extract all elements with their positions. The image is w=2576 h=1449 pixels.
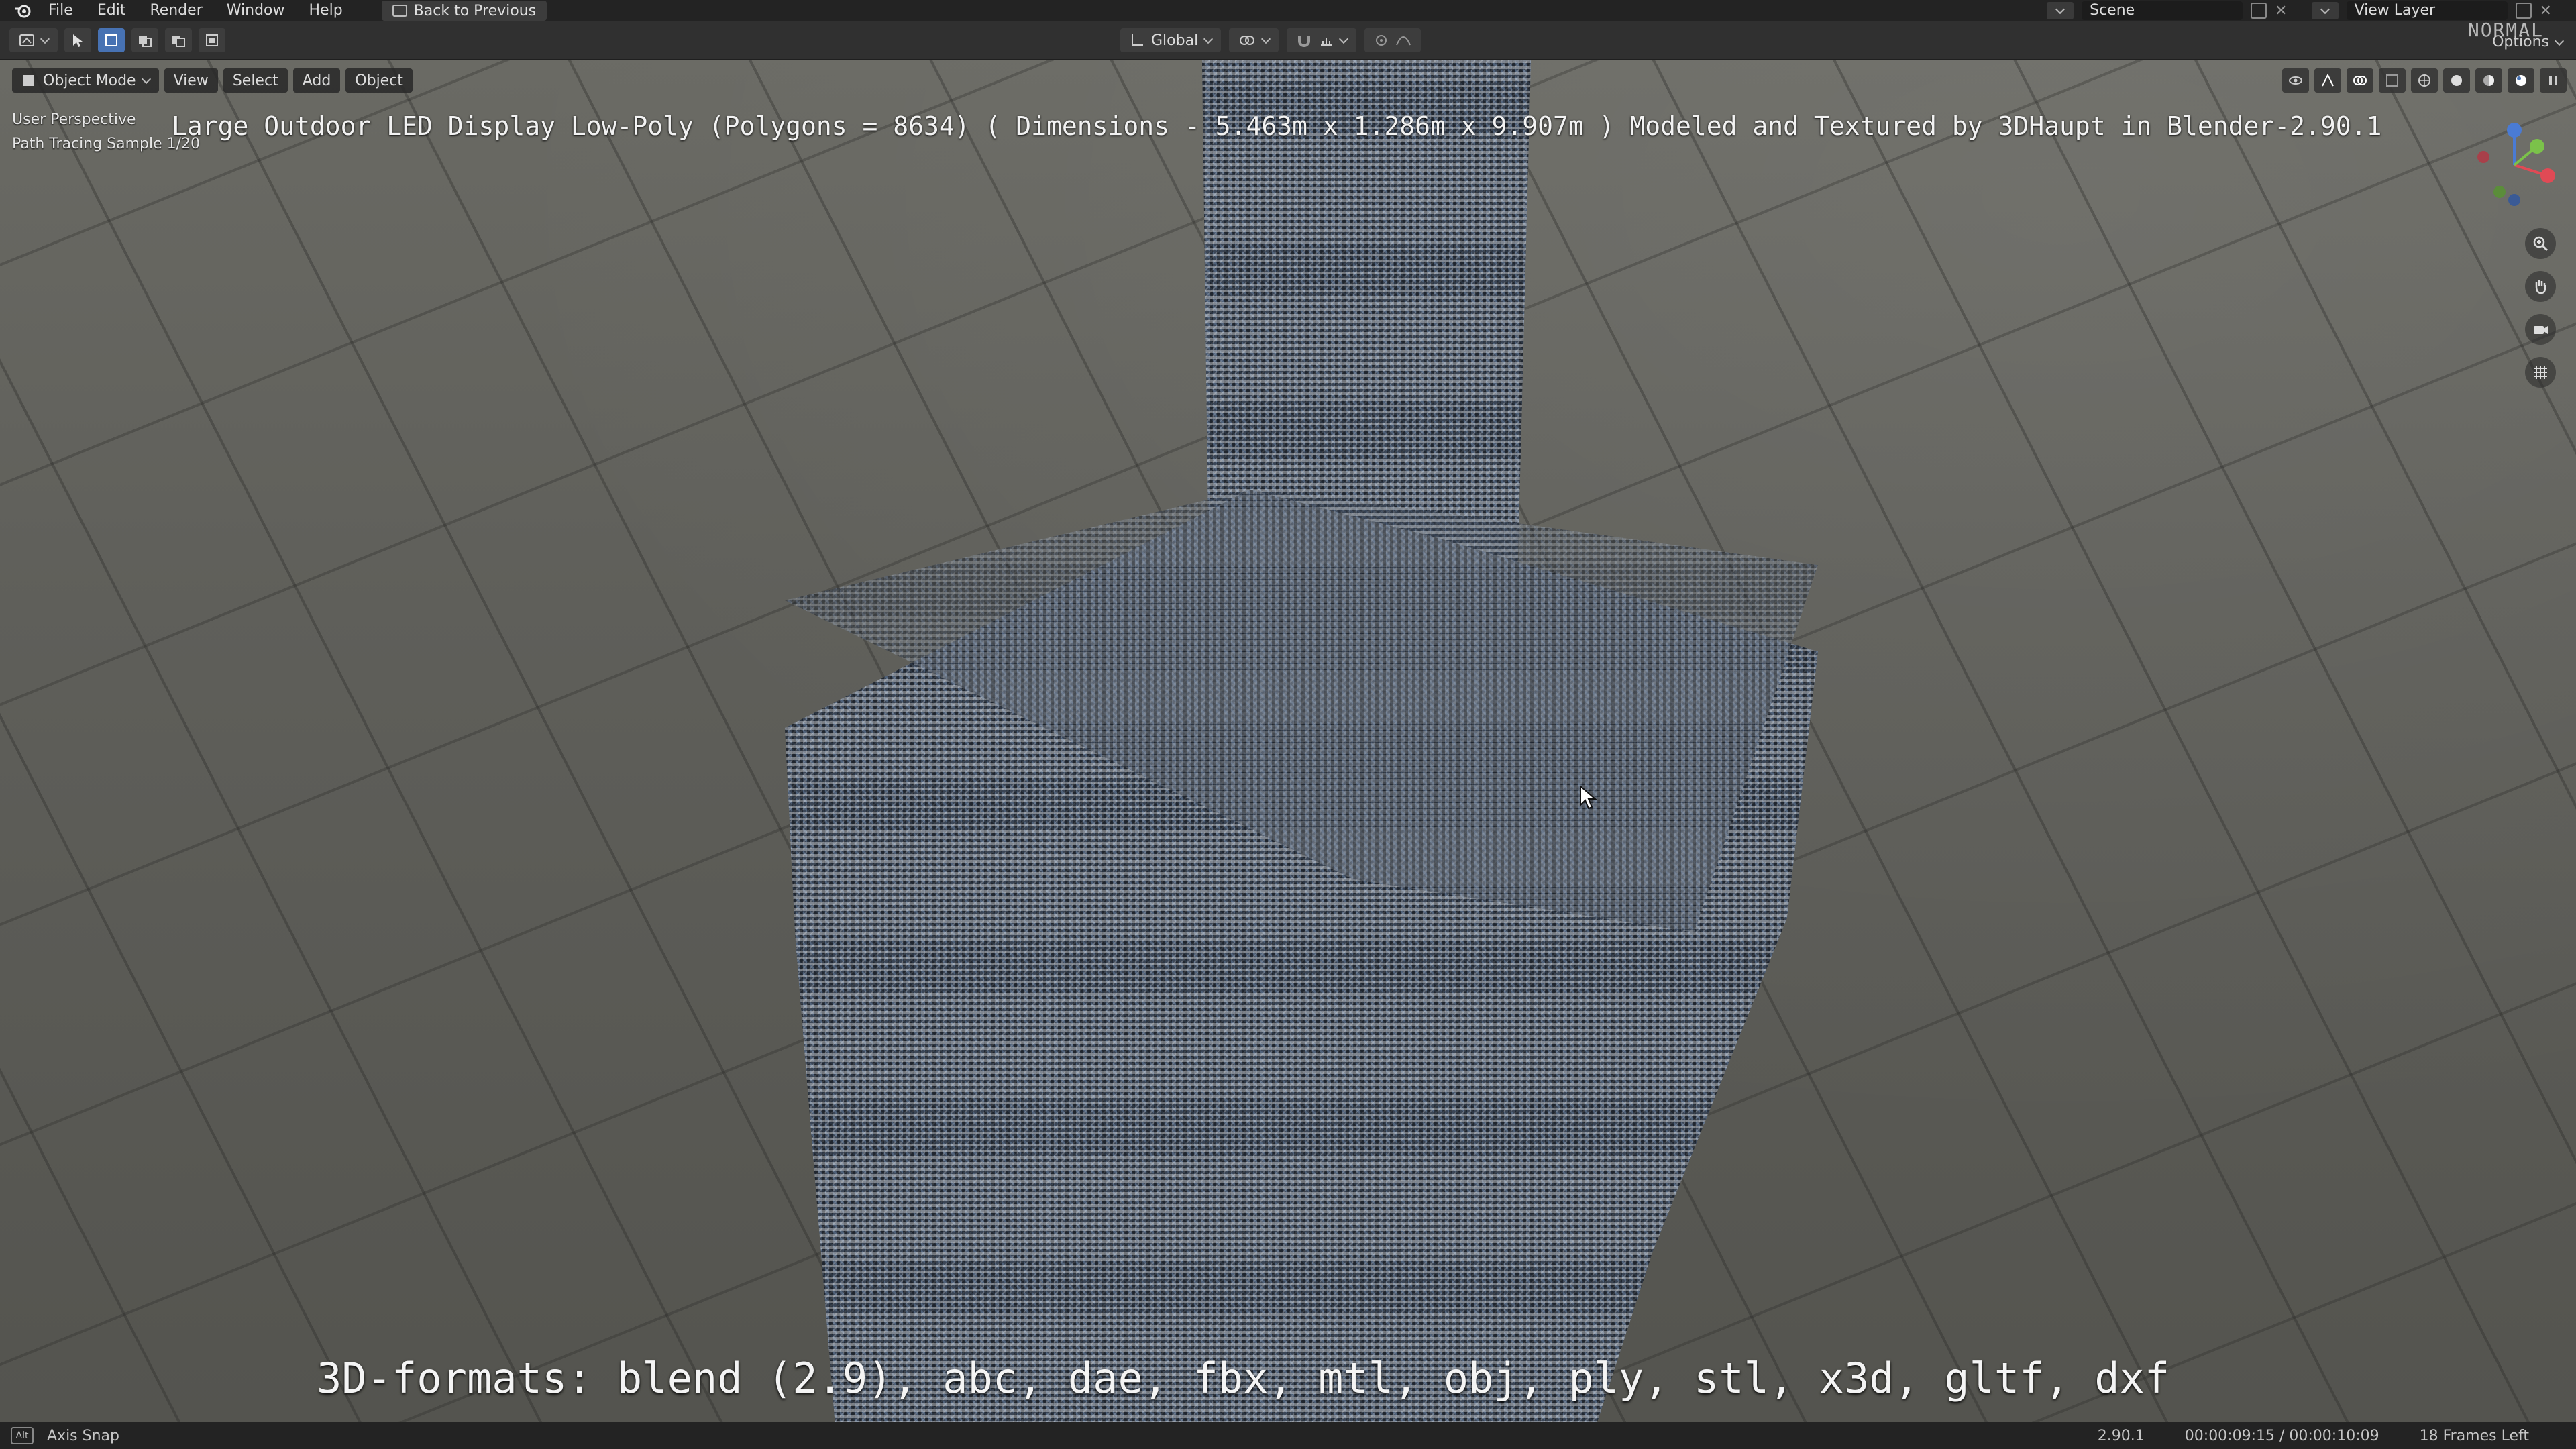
status-right: 2.90.1 00:00:09:15 / 00:00:10:09 18 Fram…	[2098, 1428, 2529, 1444]
proportional-edit-icon	[1376, 35, 1387, 46]
select-tool-icon[interactable]	[64, 28, 91, 52]
snap-increment-icon	[1321, 38, 1332, 46]
orientation-icon	[1132, 34, 1143, 46]
object-mode-icon	[23, 75, 34, 86]
overlay-formats-text: 3D-formats: blend (2.9), abc, dae, fbx, …	[317, 1354, 2170, 1403]
select-extend-icon[interactable]	[131, 28, 158, 52]
scene-selector: Scene ✕	[2047, 1, 2288, 20]
options-label: Options	[2492, 34, 2549, 50]
menu-edit[interactable]: Edit	[85, 0, 138, 21]
3d-viewport[interactable]: Object Mode View Select Add Object User …	[0, 60, 2576, 1422]
chevron-down-icon	[40, 34, 50, 44]
object-menu[interactable]: Object	[345, 68, 413, 93]
transform-tools: Global	[1120, 28, 1421, 52]
cursor-icon	[1580, 785, 1597, 810]
tool-left-group	[9, 28, 225, 52]
frames-left: 18 Frames Left	[2419, 1427, 2529, 1444]
select-invert-icon[interactable]	[199, 28, 225, 52]
pivot-icon	[1240, 36, 1255, 45]
zoom-icon[interactable]	[2525, 228, 2556, 259]
menu-render[interactable]: Render	[138, 0, 214, 21]
snap-dropdown[interactable]	[1287, 28, 1357, 52]
transform-orientation-label: Global	[1151, 32, 1199, 49]
close-view-layer-icon[interactable]: ✕	[2540, 3, 2552, 19]
new-view-layer-icon[interactable]	[2515, 3, 2532, 19]
navigation-gizmo[interactable]	[2473, 118, 2560, 212]
gizmo-toggle-icon[interactable]	[2314, 68, 2341, 93]
hand-icon[interactable]	[2525, 271, 2556, 302]
chevron-down-icon	[1339, 34, 1349, 44]
blender-version: 2.90.1	[2097, 1427, 2145, 1444]
transform-orientation-dropdown[interactable]: Global	[1120, 28, 1222, 52]
view-layer-icon[interactable]	[2311, 2, 2339, 19]
camera-icon[interactable]	[2525, 314, 2556, 345]
scene-field[interactable]: Scene	[2082, 1, 2243, 20]
falloff-icon	[1396, 36, 1411, 46]
chevron-down-icon	[2554, 36, 2565, 46]
editor-header: Global NORMAL Options	[0, 19, 2576, 60]
blender-logo-icon[interactable]	[9, 0, 36, 21]
material-shading-icon[interactable]	[2475, 68, 2502, 93]
view-layer-selector: View Layer ✕	[2311, 1, 2552, 20]
chevron-down-icon	[1203, 34, 1214, 44]
timecode: 00:00:09:15 / 00:00:10:09	[2184, 1427, 2379, 1444]
options-dropdown[interactable]: Options	[2492, 34, 2565, 50]
pivot-point-dropdown[interactable]	[1229, 28, 1279, 52]
back-icon	[392, 5, 407, 17]
proportional-edit-dropdown[interactable]	[1364, 28, 1421, 52]
add-menu[interactable]: Add	[292, 68, 341, 93]
overlays-toggle-icon[interactable]	[2347, 68, 2373, 93]
view-info-perspective: User Perspective	[12, 111, 136, 128]
status-hint: Axis Snap	[47, 1427, 119, 1444]
viewport-header-left: Object Mode View Select Add Object	[12, 68, 413, 93]
pause-icon[interactable]	[2540, 68, 2567, 93]
wireframe-shading-icon[interactable]	[2411, 68, 2438, 93]
menu-help[interactable]: Help	[297, 0, 355, 21]
chevron-down-icon	[1261, 34, 1271, 44]
visibility-icon[interactable]	[2282, 68, 2309, 93]
magnet-icon	[1298, 36, 1311, 47]
rendered-shading-icon[interactable]	[2508, 68, 2534, 93]
viewport-nav-controls	[2525, 228, 2556, 388]
alt-key-icon: Alt	[11, 1427, 34, 1444]
overlay-title-text: Large Outdoor LED Display Low-Poly (Poly…	[172, 111, 2382, 141]
chevron-down-icon	[141, 74, 151, 85]
back-to-previous-label: Back to Previous	[413, 2, 537, 19]
grid-icon[interactable]	[2525, 357, 2556, 388]
select-menu[interactable]: Select	[223, 68, 288, 93]
select-subtract-icon[interactable]	[165, 28, 192, 52]
xray-toggle-icon[interactable]	[2379, 68, 2406, 93]
viewport-header-right	[2282, 68, 2567, 93]
back-to-previous-button[interactable]: Back to Previous	[381, 1, 547, 21]
menu-file[interactable]: File	[36, 0, 85, 21]
editor-type-icon	[19, 34, 34, 46]
menu-window[interactable]: Window	[215, 0, 297, 21]
select-box-icon[interactable]	[98, 28, 125, 52]
editor-type-dropdown[interactable]	[9, 28, 58, 52]
object-mode-dropdown[interactable]: Object Mode	[12, 68, 159, 93]
view-menu[interactable]: View	[164, 68, 218, 93]
object-mode-label: Object Mode	[43, 72, 136, 89]
solid-shading-icon[interactable]	[2443, 68, 2470, 93]
view-layer-field[interactable]: View Layer	[2346, 1, 2508, 20]
scene-icon[interactable]	[2047, 2, 2074, 19]
top-menu-bar: File Edit Render Window Help Back to Pre…	[0, 0, 2576, 21]
status-bar: Alt Axis Snap 2.90.1 00:00:09:15 / 00:00…	[0, 1422, 2576, 1449]
new-scene-icon[interactable]	[2251, 3, 2267, 19]
close-scene-icon[interactable]: ✕	[2275, 3, 2287, 19]
